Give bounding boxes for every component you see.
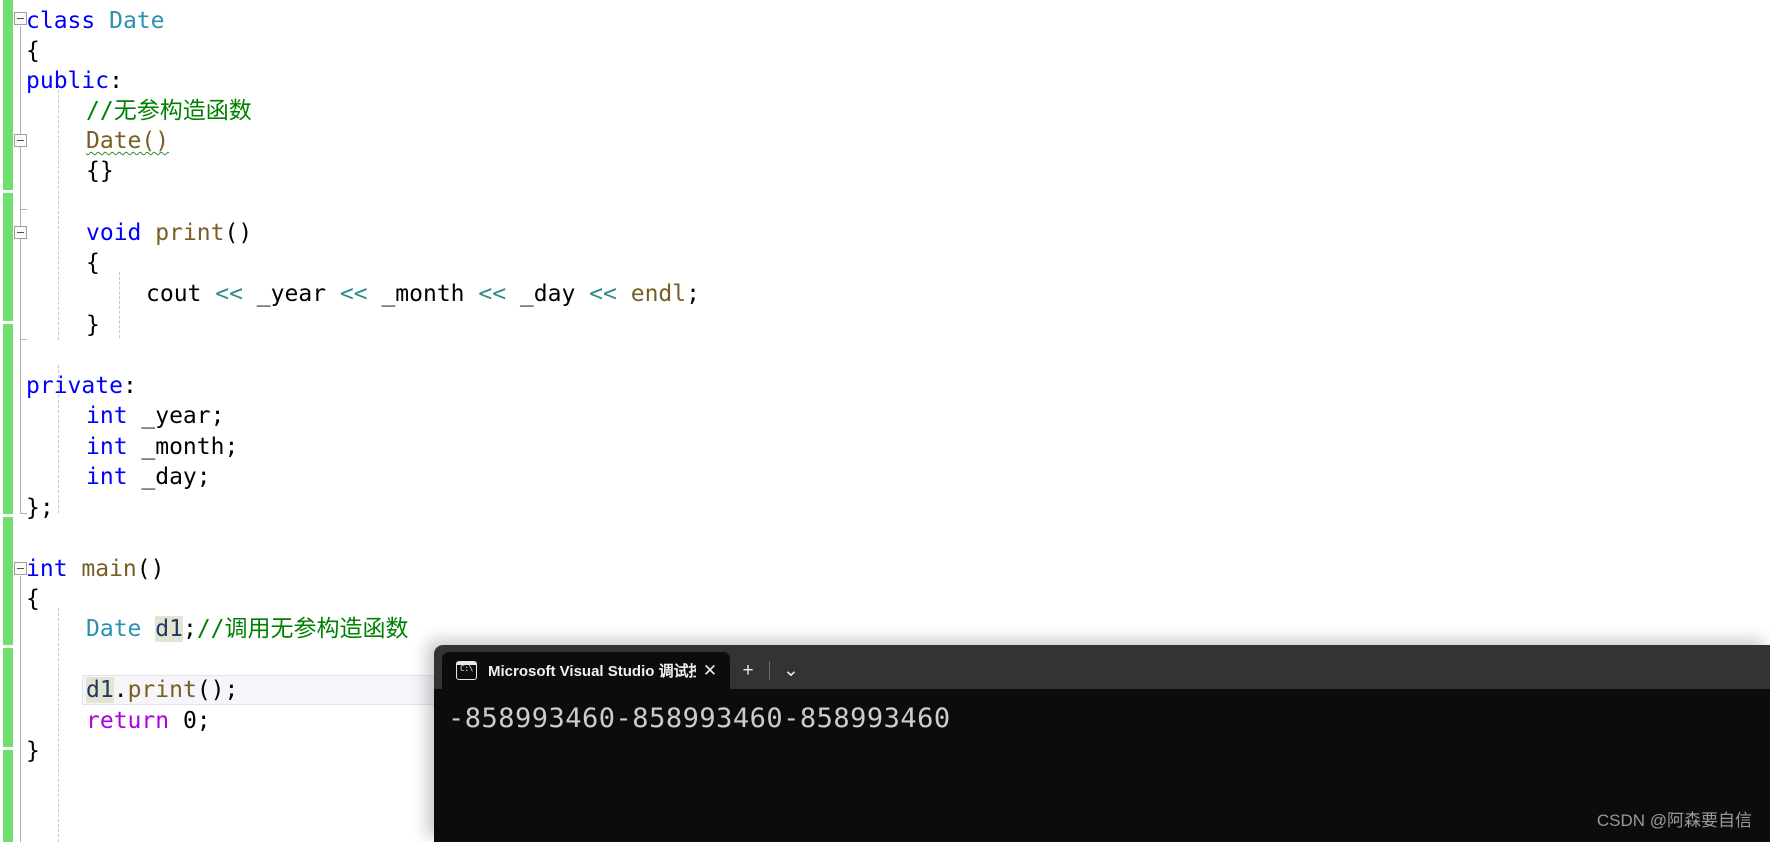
code-token: d1	[86, 677, 114, 703]
terminal-tab-title: Microsoft Visual Studio 调试控	[488, 663, 696, 680]
code-line[interactable]: int _month;	[0, 432, 238, 462]
code-line[interactable]	[0, 340, 86, 370]
code-token: void	[86, 220, 156, 246]
new-tab-button[interactable]: +	[730, 652, 766, 689]
code-token: :	[109, 68, 123, 94]
close-icon[interactable]: ✕	[696, 661, 724, 681]
terminal-output-line: -858993460-858993460-858993460	[448, 703, 951, 734]
code-token: class	[26, 8, 110, 34]
code-token: <<	[589, 281, 617, 307]
code-token: //调用无参构造函数	[196, 616, 409, 642]
console-icon: C:\	[456, 661, 477, 680]
code-token: ();	[196, 677, 239, 703]
code-line[interactable]	[0, 523, 26, 553]
code-token: }	[26, 738, 40, 764]
code-token: public	[26, 68, 110, 94]
code-token: <<	[478, 281, 507, 307]
code-token: _day	[506, 281, 590, 307]
code-token: <<	[339, 281, 368, 307]
code-line[interactable]: return 0;	[0, 706, 211, 736]
code-token: <<	[215, 281, 243, 307]
code-token: ()	[224, 220, 253, 246]
tabbar-divider	[769, 661, 770, 680]
code-token: .	[113, 677, 128, 703]
code-token: ;	[686, 281, 700, 307]
code-line[interactable]: }	[0, 736, 40, 766]
code-token: int	[26, 556, 82, 582]
collapse-int-main[interactable]	[14, 562, 27, 575]
code-line[interactable]: }	[0, 310, 100, 340]
collapse-class-date[interactable]	[14, 12, 27, 25]
code-token: //无参构造函数	[86, 98, 252, 124]
code-line[interactable]	[0, 186, 86, 216]
code-line[interactable]: private:	[0, 371, 137, 401]
code-line[interactable]: d1.print();	[0, 675, 238, 705]
code-token: {	[86, 250, 100, 276]
collapse-void-print[interactable]	[14, 226, 27, 239]
code-line[interactable]: {	[0, 36, 40, 66]
code-token: d1	[155, 616, 183, 642]
code-token: ;	[182, 616, 197, 642]
code-line[interactable]: public:	[0, 66, 123, 96]
code-token: _year	[242, 281, 340, 307]
code-line[interactable]: cout << _year << _month << _day << endl;	[0, 279, 700, 309]
code-line[interactable]: int _year;	[0, 401, 224, 431]
code-token: endl	[630, 281, 687, 307]
code-token: int	[86, 403, 128, 429]
code-line[interactable]: {	[0, 248, 100, 278]
chevron-down-icon[interactable]: ⌄	[773, 652, 809, 689]
code-token: };	[26, 495, 54, 521]
code-token: int	[86, 464, 128, 490]
code-token: {	[26, 38, 40, 64]
code-token: print	[155, 220, 225, 246]
code-token: {}	[86, 158, 114, 184]
code-token: {	[26, 586, 40, 612]
code-line[interactable]: Date d1;//调用无参构造函数	[0, 614, 409, 644]
code-token: :	[122, 373, 137, 399]
code-token: _month;	[127, 434, 239, 460]
code-line[interactable]: //无参构造函数	[0, 96, 252, 126]
terminal-tab[interactable]: C:\ Microsoft Visual Studio 调试控 ✕	[442, 652, 730, 689]
code-token: print	[127, 677, 197, 703]
code-token: Date	[109, 8, 165, 34]
code-token: return	[86, 708, 170, 734]
code-token: cout	[146, 281, 216, 307]
code-token: 0;	[169, 708, 211, 734]
code-line[interactable]	[0, 645, 86, 675]
code-token: _month	[367, 281, 479, 307]
code-token: private	[26, 373, 123, 399]
code-token: Date()	[86, 128, 170, 154]
collapse-ctor-date[interactable]	[14, 134, 27, 147]
code-line[interactable]: {	[0, 584, 40, 614]
terminal-output-area[interactable]: -858993460-858993460-858993460 CSDN @阿森要…	[434, 689, 1770, 842]
code-token: Date	[86, 616, 156, 642]
code-token: _year;	[127, 403, 225, 429]
code-token: _day;	[127, 464, 211, 490]
terminal-tab-bar: C:\ Microsoft Visual Studio 调试控 ✕ + ⌄	[434, 645, 1770, 689]
code-token: main	[81, 556, 137, 582]
code-token: ()	[136, 556, 165, 582]
code-token: int	[86, 434, 128, 460]
code-line[interactable]: {}	[0, 156, 114, 186]
code-line[interactable]: void print()	[0, 218, 252, 248]
code-line[interactable]: };	[0, 493, 54, 523]
csdn-watermark: CSDN @阿森要自信	[1596, 811, 1752, 830]
code-token: }	[86, 312, 100, 338]
terminal-window[interactable]: C:\ Microsoft Visual Studio 调试控 ✕ + ⌄ -8…	[434, 645, 1770, 842]
code-line[interactable]: int _day;	[0, 462, 211, 492]
